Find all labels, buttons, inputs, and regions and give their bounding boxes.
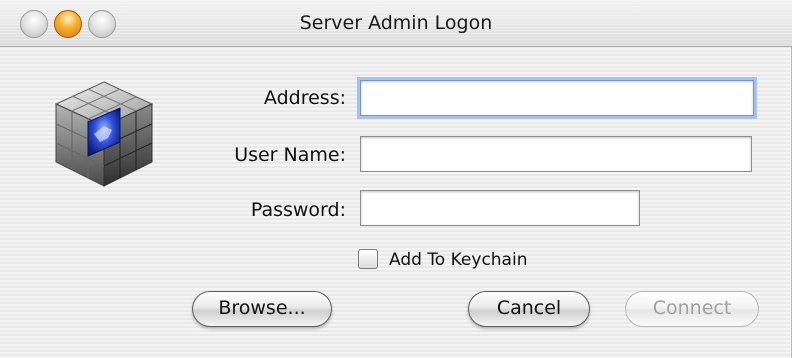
browse-button[interactable]: Browse...	[192, 291, 332, 327]
add-to-keychain-checkbox[interactable]	[358, 249, 378, 269]
cancel-button[interactable]: Cancel	[468, 291, 590, 327]
server-admin-cube-icon	[54, 81, 154, 187]
logon-window: Server Admin Logon Address: User Name: P…	[0, 0, 792, 358]
password-field[interactable]	[360, 190, 640, 226]
title-bar[interactable]: Server Admin Logon	[0, 0, 792, 47]
username-label: User Name:	[234, 144, 346, 166]
window-title: Server Admin Logon	[299, 12, 493, 34]
password-label: Password:	[250, 199, 346, 221]
connect-button[interactable]: Connect	[625, 291, 759, 327]
username-field[interactable]	[360, 136, 752, 172]
address-field[interactable]	[360, 80, 754, 116]
add-to-keychain-label[interactable]: Add To Keychain	[389, 250, 527, 270]
address-label: Address:	[263, 87, 346, 109]
